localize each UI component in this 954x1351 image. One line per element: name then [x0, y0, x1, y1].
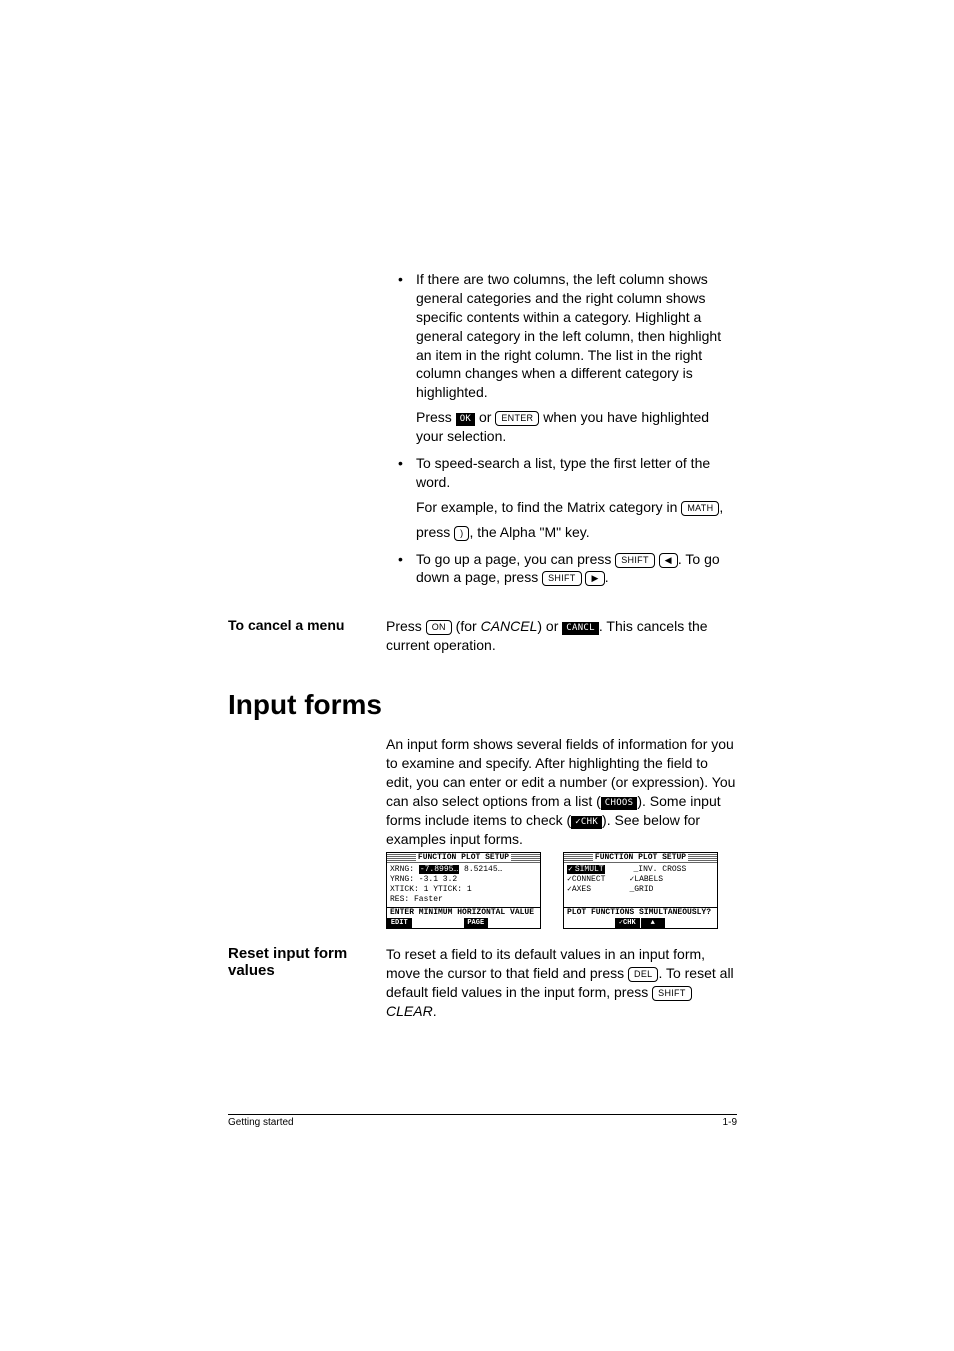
enter-key-icon: ENTER: [495, 411, 539, 426]
text: or: [475, 409, 495, 425]
bullet1-para2: Press OK or ENTER when you have highligh…: [416, 408, 737, 446]
cancel-menu-row: To cancel a menu Press ON (for CANCEL) o…: [228, 617, 737, 655]
text: ) or: [537, 618, 562, 634]
page: • If there are two columns, the left col…: [0, 0, 954, 1351]
bullet2-line3: press ), the Alpha "M" key.: [416, 523, 737, 542]
bullet1-text: If there are two columns, the left colum…: [416, 270, 737, 402]
text: (for: [452, 618, 481, 634]
shift-key-icon: SHIFT: [542, 571, 582, 586]
bullet-3: • To go up a page, you can press SHIFT ◀…: [386, 550, 737, 588]
text: ,: [719, 499, 723, 515]
shift-key-icon: SHIFT: [615, 553, 655, 568]
clear-label: CLEAR: [386, 1003, 433, 1019]
footer-right: 1-9: [723, 1117, 737, 1128]
text: To go up a page, you can press: [416, 551, 615, 567]
calc-screenshots: FUNCTION PLOT SETUP XRNG: -7.8995… 8.521…: [386, 852, 737, 929]
calc-menu-item: ▲ PAGE: [641, 918, 667, 928]
math-key-icon: MATH: [681, 501, 719, 516]
calc-menu-item: [515, 918, 541, 928]
text: For example, to find the Matrix category…: [416, 499, 681, 515]
calc-screenshot-2: FUNCTION PLOT SETUP ✓SIMULT _INV. CROSS …: [563, 852, 718, 929]
bullet2-line2: For example, to find the Matrix category…: [416, 498, 737, 517]
calc2-menu: ✓CHK ▲ PAGE: [564, 918, 717, 928]
bullet-dot: •: [386, 550, 416, 588]
text: .: [433, 1003, 437, 1019]
calc-menu-item: [489, 918, 515, 928]
sidehead-reset: Reset input form values: [228, 945, 376, 979]
text: press: [416, 524, 454, 540]
reset-row: Reset input form values To reset a field…: [228, 945, 737, 1021]
calc1-line3: XTICK: 1 YTICK: 1: [390, 885, 537, 895]
cancel-italic: CANCEL: [481, 618, 538, 634]
calc2-row1: ✓SIMULT _INV. CROSS: [567, 865, 714, 875]
bullet-dot: •: [386, 454, 416, 542]
text: Press: [386, 618, 426, 634]
page-footer: Getting started 1-9: [228, 1114, 737, 1128]
del-key-icon: DEL: [628, 967, 658, 982]
text: .: [605, 569, 609, 585]
calc2-row3: ✓AXES _GRID: [567, 885, 714, 895]
calc1-line2: YRNG: -3.1 3.2: [390, 875, 537, 885]
heading-input-forms: Input forms: [228, 689, 737, 721]
sidehead-cancel-menu: To cancel a menu: [228, 617, 376, 633]
calc-menu-item: [413, 918, 439, 928]
text: , the Alpha "M" key.: [469, 524, 589, 540]
calc-menu-item: [564, 918, 590, 928]
calc1-title: FUNCTION PLOT SETUP: [387, 853, 540, 863]
calc-menu-item: [590, 918, 616, 928]
calc-menu-item: [666, 918, 692, 928]
calc1-line1: XRNG: -7.8995… 8.52145…: [390, 865, 537, 875]
footer-left: Getting started: [228, 1117, 294, 1128]
text: Press: [416, 409, 456, 425]
bullets-block: • If there are two columns, the left col…: [228, 270, 737, 595]
right-arrow-key-icon: ▶: [585, 571, 604, 586]
calc2-row2: ✓CONNECT ✓LABELS: [567, 875, 714, 885]
inputforms-row: An input form shows several fields of in…: [228, 735, 737, 935]
calc1-help: ENTER MINIMUM HORIZONTAL VALUE: [387, 907, 540, 918]
on-key-icon: ON: [426, 620, 452, 635]
choos-softkey-icon: CHOOS: [601, 797, 638, 810]
inputforms-para: An input form shows several fields of in…: [386, 735, 737, 848]
chk-softkey-icon: ✓CHK: [571, 816, 602, 829]
cancl-softkey-icon: CANCL: [562, 622, 599, 635]
shift-key-icon: SHIFT: [652, 986, 692, 1001]
left-arrow-key-icon: ◀: [659, 553, 678, 568]
calc-menu-item: ✓CHK: [615, 918, 641, 928]
paren-key-icon: ): [454, 526, 469, 541]
calc1-line4: RES: Faster: [390, 895, 537, 905]
calc2-title: FUNCTION PLOT SETUP: [564, 853, 717, 863]
bullet-1: • If there are two columns, the left col…: [386, 270, 737, 446]
calc-screenshot-1: FUNCTION PLOT SETUP XRNG: -7.8995… 8.521…: [386, 852, 541, 929]
calc-menu-item: PAGE ▼: [464, 918, 490, 928]
calc-menu-item: [438, 918, 464, 928]
calc-menu-item: [692, 918, 718, 928]
bullet-dot: •: [386, 270, 416, 446]
calc2-help: PLOT FUNCTIONS SIMULTANEOUSLY?: [564, 907, 717, 918]
bullet-2: • To speed-search a list, type the first…: [386, 454, 737, 542]
calc1-menu: EDIT PAGE ▼: [387, 918, 540, 928]
ok-softkey-icon: OK: [456, 413, 475, 426]
calc-menu-item: EDIT: [387, 918, 413, 928]
bullet2-line1: To speed-search a list, type the first l…: [416, 454, 737, 492]
